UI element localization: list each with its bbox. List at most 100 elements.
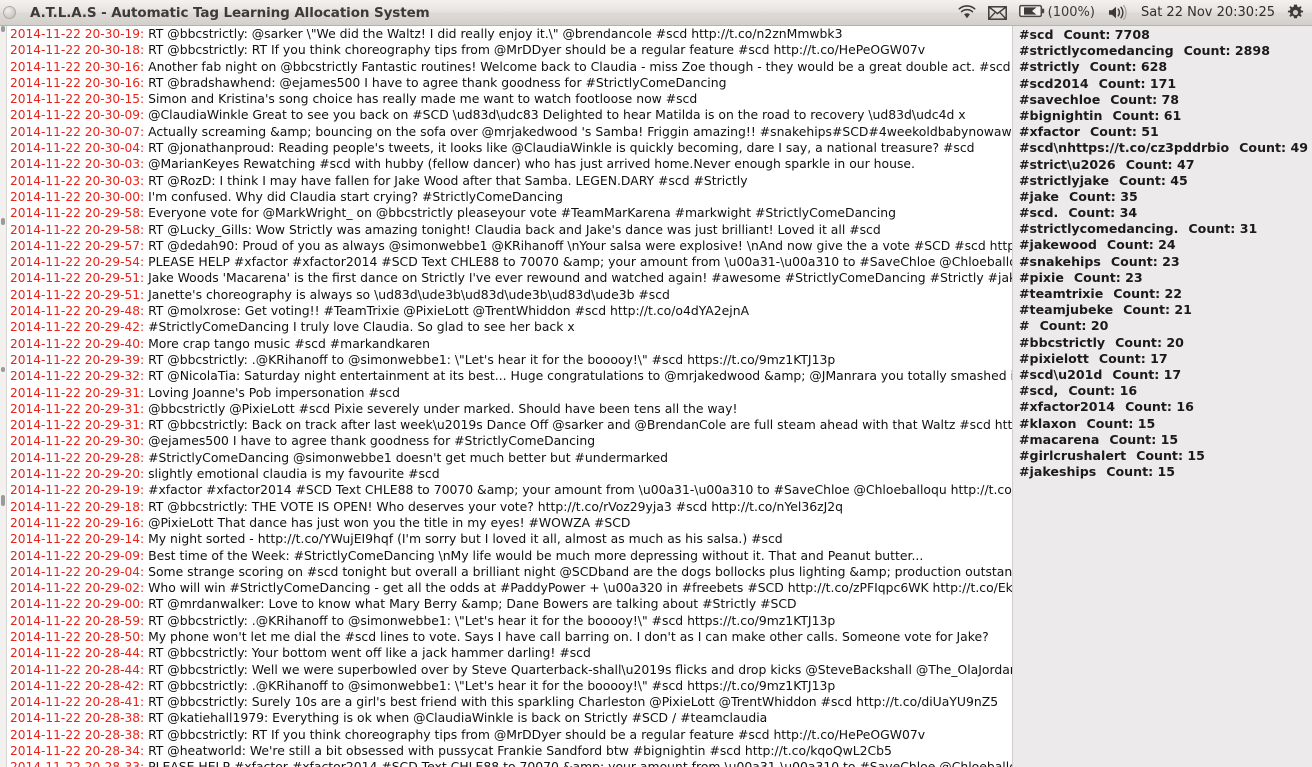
tweet-text: RT @bbcstrictly: Surely 10s are a girl's… — [148, 694, 999, 710]
hashtag-count-row[interactable]: #scd Count: 7708 — [1013, 27, 1312, 43]
tweet-row[interactable]: 2014-11-22 20-28-44: RT @bbcstrictly: Yo… — [8, 645, 1012, 661]
tweet-row[interactable]: 2014-11-22 20-30-18: RT @bbcstrictly: RT… — [8, 42, 1012, 58]
battery-status[interactable]: (100%) — [1018, 3, 1095, 22]
tweet-row[interactable]: 2014-11-22 20-29-48: RT @molxrose: Get v… — [8, 303, 1012, 319]
tweet-row[interactable]: 2014-11-22 20-30-19: RT @bbcstrictly: @s… — [8, 26, 1012, 42]
tweet-row[interactable]: 2014-11-22 20-29-51: Jake Woods 'Macaren… — [8, 270, 1012, 286]
clock-label[interactable]: Sat 22 Nov 20:30:25 — [1141, 5, 1275, 20]
hashtag-count-row[interactable]: #strictlyjake Count: 45 — [1013, 173, 1312, 189]
tweet-row[interactable]: 2014-11-22 20-29-20: slightly emotional … — [8, 466, 1012, 482]
hashtag-count-row[interactable]: #xfactor Count: 51 — [1013, 124, 1312, 140]
tweet-row[interactable]: 2014-11-22 20-28-50: My phone won't let … — [8, 629, 1012, 645]
tweet-row[interactable]: 2014-11-22 20-28-33: PLEASE HELP #xfacto… — [8, 759, 1012, 767]
gear-icon[interactable] — [1287, 4, 1304, 21]
tweet-row[interactable]: 2014-11-22 20-30-09: @ClaudiaWinkle Grea… — [8, 107, 1012, 123]
hashtag-count-row[interactable]: #jakeships Count: 15 — [1013, 464, 1312, 480]
hashtag-count-label: Count: 24 — [1106, 237, 1176, 253]
tweet-timestamp: 2014-11-22 20-30-00: — [10, 189, 145, 204]
hashtag-count-row[interactable]: #savechloe Count: 78 — [1013, 92, 1312, 108]
tweet-row[interactable]: 2014-11-22 20-28-44: RT @bbcstrictly: We… — [8, 662, 1012, 678]
hashtag-count-row[interactable]: #jakewood Count: 24 — [1013, 237, 1312, 253]
tweet-row[interactable]: 2014-11-22 20-30-16: Another fab night o… — [8, 59, 1012, 75]
tweet-row[interactable]: 2014-11-22 20-30-03: @MarianKeyes Rewatc… — [8, 156, 1012, 172]
hashtag-count-row[interactable]: #scd, Count: 16 — [1013, 383, 1312, 399]
tweet-row[interactable]: 2014-11-22 20-28-42: RT @bbcstrictly: .@… — [8, 678, 1012, 694]
tweet-row[interactable]: 2014-11-22 20-29-18: RT @bbcstrictly: TH… — [8, 499, 1012, 515]
tweet-row[interactable]: 2014-11-22 20-29-51: Janette's choreogra… — [8, 287, 1012, 303]
tweet-row[interactable]: 2014-11-22 20-29-40: More crap tango mus… — [8, 336, 1012, 352]
hashtag-count-label: Count: 17 — [1112, 366, 1182, 382]
hashtag-count-label: Count: 21 — [1123, 302, 1192, 318]
scrollbar-thumb[interactable] — [1, 495, 5, 506]
tweet-row[interactable]: 2014-11-22 20-30-07: Actually screaming … — [8, 124, 1012, 140]
window-controls[interactable] — [3, 6, 18, 19]
tweet-row[interactable]: 2014-11-22 20-29-16: @PixieLott That dan… — [8, 515, 1012, 531]
hashtag-count-row[interactable]: #pixielott Count: 17 — [1013, 351, 1312, 367]
tweet-row[interactable]: 2014-11-22 20-29-14: My night sorted - h… — [8, 531, 1012, 547]
hashtag-count-row[interactable]: #macarena Count: 15 — [1013, 432, 1312, 448]
tweet-row[interactable]: 2014-11-22 20-29-31: Loving Joanne's Pob… — [8, 385, 1012, 401]
hashtag-count-label: Count: 171 — [1098, 75, 1177, 91]
hashtag-count-row[interactable]: #scd\nhttps://t.co/cz3pddrbio Count: 49 — [1013, 140, 1312, 156]
tweet-row[interactable]: 2014-11-22 20-29-00: RT @mrdanwalker: Lo… — [8, 596, 1012, 612]
hashtag-count-row[interactable]: #girlcrushalert Count: 15 — [1013, 448, 1312, 464]
hashtag-count-row[interactable]: #xfactor2014 Count: 16 — [1013, 399, 1312, 415]
hashtag-count-row[interactable]: #strictlycomedancing Count: 2898 — [1013, 43, 1312, 59]
hashtag-count-row[interactable]: #strictly Count: 628 — [1013, 59, 1312, 75]
hashtag-count-row[interactable]: #scd2014 Count: 171 — [1013, 76, 1312, 92]
tweet-row[interactable]: 2014-11-22 20-28-34: RT @heatworld: We'r… — [8, 743, 1012, 759]
tweet-row[interactable]: 2014-11-22 20-29-39: RT @bbcstrictly: .@… — [8, 352, 1012, 368]
tweet-row[interactable]: 2014-11-22 20-29-09: Best time of the We… — [8, 548, 1012, 564]
tweet-row[interactable]: 2014-11-22 20-29-54: PLEASE HELP #xfacto… — [8, 254, 1012, 270]
scrollbar-thumb[interactable] — [1, 26, 5, 32]
tweet-row[interactable]: 2014-11-22 20-29-28: #StrictlyComeDancin… — [8, 450, 1012, 466]
hashtag-count-row[interactable]: #jake Count: 35 — [1013, 189, 1312, 205]
close-button[interactable] — [3, 6, 16, 19]
tweet-text: PLEASE HELP #xfactor #xfactor2014 #SCD T… — [148, 254, 1012, 270]
hashtag-count-row[interactable]: #scd. Count: 34 — [1013, 205, 1312, 221]
tweet-row[interactable]: 2014-11-22 20-28-38: RT @katiehall1979: … — [8, 710, 1012, 726]
mail-icon[interactable] — [987, 5, 1007, 20]
tweet-row[interactable]: 2014-11-22 20-30-04: RT @jonathanproud: … — [8, 140, 1012, 156]
tweet-row[interactable]: 2014-11-22 20-28-41: RT @bbcstrictly: Su… — [8, 694, 1012, 710]
tweet-timestamp: 2014-11-22 20-28-34: — [10, 744, 145, 759]
tweet-row[interactable]: 2014-11-22 20-28-59: RT @bbcstrictly: .@… — [8, 613, 1012, 629]
tweet-row[interactable]: 2014-11-22 20-29-57: RT @dedah90: Proud … — [8, 238, 1012, 254]
hashtag-counts-sidebar[interactable]: #scd Count: 7708 #strictlycomedancing Count… — [1012, 26, 1312, 767]
tweet-row[interactable]: 2014-11-22 20-30-03: RT @RozD: I think I… — [8, 173, 1012, 189]
tweet-row[interactable]: 2014-11-22 20-29-02: Who will win #Stric… — [8, 580, 1012, 596]
hashtag-count-row[interactable]: #strictlycomedancing. Count: 31 — [1013, 221, 1312, 237]
hashtag-count-row[interactable]: #bbcstrictly Count: 20 — [1013, 335, 1312, 351]
scrollbar-thumb[interactable] — [1, 218, 5, 225]
volume-icon[interactable] — [1107, 5, 1129, 20]
tweet-stream-list[interactable]: 2014-11-22 20-30-19: RT @bbcstrictly: @s… — [8, 26, 1012, 767]
tweet-row[interactable]: 2014-11-22 20-30-16: RT @bradshawhend: @… — [8, 75, 1012, 91]
tweet-row[interactable]: 2014-11-22 20-30-15: Simon and Kristina'… — [8, 91, 1012, 107]
scrollbar-thumb[interactable] — [1, 367, 5, 372]
hashtag-count-row[interactable]: #klaxon Count: 15 — [1013, 416, 1312, 432]
hashtag-count-row[interactable]: #strict\u2026 Count: 47 — [1013, 157, 1312, 173]
tweet-row[interactable]: 2014-11-22 20-29-30: @ejames500 I have t… — [8, 433, 1012, 449]
hashtag-label: #strictly — [1019, 59, 1080, 75]
hashtag-count-row[interactable]: #snakehips Count: 23 — [1013, 254, 1312, 270]
hashtag-count-row[interactable]: # Count: 20 — [1013, 318, 1312, 334]
tweet-row[interactable]: 2014-11-22 20-29-31: RT @bbcstrictly: Ba… — [8, 417, 1012, 433]
tweet-row[interactable]: 2014-11-22 20-29-32: RT @NicolaTia: Satu… — [8, 368, 1012, 384]
tweet-timestamp: 2014-11-22 20-28-44: — [10, 646, 145, 661]
tweet-row[interactable]: 2014-11-22 20-29-04: Some strange scorin… — [8, 564, 1012, 580]
tweet-row[interactable]: 2014-11-22 20-29-58: RT @Lucky_Gills: Wo… — [8, 222, 1012, 238]
hashtag-count-row[interactable]: #scd\u201d Count: 17 — [1013, 367, 1312, 383]
tweet-row[interactable]: 2014-11-22 20-29-42: #StrictlyComeDancin… — [8, 319, 1012, 335]
tweet-text: RT @bbcstrictly: @sarker \"We did the Wa… — [148, 26, 843, 41]
hashtag-count-row[interactable]: #pixie Count: 23 — [1013, 270, 1312, 286]
tweet-list-scrollbar[interactable] — [0, 26, 7, 767]
hashtag-count-row[interactable]: #teamjubeke Count: 21 — [1013, 302, 1312, 318]
tweet-row[interactable]: 2014-11-22 20-29-19: #xfactor #xfactor20… — [8, 482, 1012, 498]
tweet-row[interactable]: 2014-11-22 20-29-58: Everyone vote for @… — [8, 205, 1012, 221]
tweet-row[interactable]: 2014-11-22 20-30-00: I'm confused. Why d… — [8, 189, 1012, 205]
hashtag-count-row[interactable]: #bignightin Count: 61 — [1013, 108, 1312, 124]
tweet-row[interactable]: 2014-11-22 20-28-38: RT @bbcstrictly: RT… — [8, 727, 1012, 743]
hashtag-count-row[interactable]: #teamtrixie Count: 22 — [1013, 286, 1312, 302]
tweet-row[interactable]: 2014-11-22 20-29-31: @bbcstrictly @Pixie… — [8, 401, 1012, 417]
wifi-icon[interactable] — [958, 5, 976, 20]
